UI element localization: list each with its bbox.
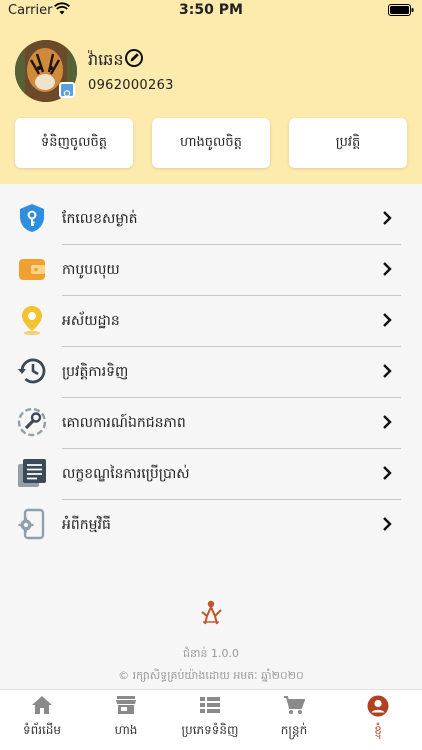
clock: 3:50 PM (179, 2, 243, 18)
account-icon (367, 695, 389, 717)
menu-item-purchase-history[interactable]: ប្រវត្តិការទិញ (0, 347, 422, 398)
history-label: ប្រវត្តិ (335, 134, 361, 150)
tab-label: ខ្ញុំ (374, 723, 382, 737)
menu-item-label: ប្រវត្តិការទិញ (62, 364, 129, 380)
tab-label: កន្ត្រក់ (280, 723, 308, 737)
tab-label: ហាង (114, 723, 138, 737)
tab-label: ប្រភេទទំនិញ (181, 723, 239, 737)
home-icon (31, 695, 53, 715)
tab-stores[interactable]: ហាង (84, 690, 168, 750)
app-settings-icon (16, 508, 48, 540)
tab-home[interactable]: ទំព័រដើម (0, 690, 84, 750)
chevron-right-icon (382, 414, 392, 434)
tab-cart[interactable]: កន្ត្រក់ (252, 690, 336, 750)
profile-phone: 0962000263 (88, 78, 174, 93)
shield-key-icon (16, 202, 48, 234)
app-version: ជំនាន់ 1.0.0 (183, 647, 239, 660)
menu-item-label: កាបូបលុយ (62, 262, 120, 278)
wallet-icon (16, 253, 48, 285)
category-list-icon (199, 695, 221, 715)
menu-item-about-app[interactable]: អំពីកម្មវិធី (0, 500, 422, 551)
history-button[interactable]: ប្រវត្តិ (289, 118, 407, 168)
chevron-right-icon (382, 516, 392, 536)
status-bar: Carrier 3:50 PM (0, 0, 422, 22)
menu-item-label: អំពីកម្មវិធី (62, 517, 111, 533)
menu-item-label: អស័យដ្ឋាន (62, 313, 120, 329)
chevron-right-icon (382, 465, 392, 485)
favorite-stores-button[interactable]: ហាងចូលចិត្ត (152, 118, 270, 168)
tab-categories[interactable]: ប្រភេទទំនិញ (168, 690, 252, 750)
edit-profile-icon[interactable] (124, 48, 144, 72)
tab-label: ទំព័រដើម (22, 723, 62, 737)
menu-item-terms-of-use[interactable]: លក្ខខណ្ឌនៃការប្រើប្រាស់ (0, 449, 422, 500)
battery-icon (388, 4, 414, 20)
menu-item-wallet[interactable]: កាបូបលុយ (0, 245, 422, 296)
store-icon (115, 695, 137, 715)
tab-bar: ទំព័រដើម ហាង ប្រភេទទំនិញ កន្ត្រក់ ខ្ញុំ (0, 689, 422, 750)
history-icon (16, 355, 48, 387)
profile-name: វ៉ាឆេន (88, 50, 124, 69)
change-photo-icon[interactable] (59, 82, 75, 98)
chevron-right-icon (382, 312, 392, 332)
location-pin-icon (16, 304, 48, 336)
chevron-right-icon (382, 363, 392, 383)
chevron-right-icon (382, 261, 392, 281)
profile-header: វ៉ាឆេន 0962000263 ទំនិញចូលចិត្ត ហាងចូលចិ… (0, 22, 422, 184)
copyright-text: © រក្សាសិទ្ធគ្រប់យ៉ាងដោយ អមតៈ ឆ្នាំ២០២០ (118, 669, 304, 682)
menu-item-label: គោលការណ៍ឯកជនភាព (62, 415, 186, 431)
cart-icon (283, 695, 306, 715)
favorite-products-label: ទំនិញចូលចិត្ត (40, 134, 107, 150)
menu-item-label: កែលេខសម្ងាត់ (62, 211, 138, 227)
favorite-products-button[interactable]: ទំនិញចូលចិត្ត (15, 118, 133, 168)
document-list-icon (16, 457, 48, 489)
tools-icon (16, 406, 48, 438)
brand-logo (196, 598, 226, 634)
menu-item-address[interactable]: អស័យដ្ឋាន (0, 296, 422, 347)
chevron-right-icon (382, 210, 392, 230)
favorite-stores-label: ហាងចូលចិត្ត (180, 134, 242, 150)
menu-item-label: លក្ខខណ្ឌនៃការប្រើប្រាស់ (62, 466, 190, 482)
tab-account[interactable]: ខ្ញុំ (336, 690, 420, 750)
menu-item-privacy-policy[interactable]: គោលការណ៍ឯកជនភាព (0, 398, 422, 449)
menu-item-change-password[interactable]: កែលេខសម្ងាត់ (0, 194, 422, 245)
